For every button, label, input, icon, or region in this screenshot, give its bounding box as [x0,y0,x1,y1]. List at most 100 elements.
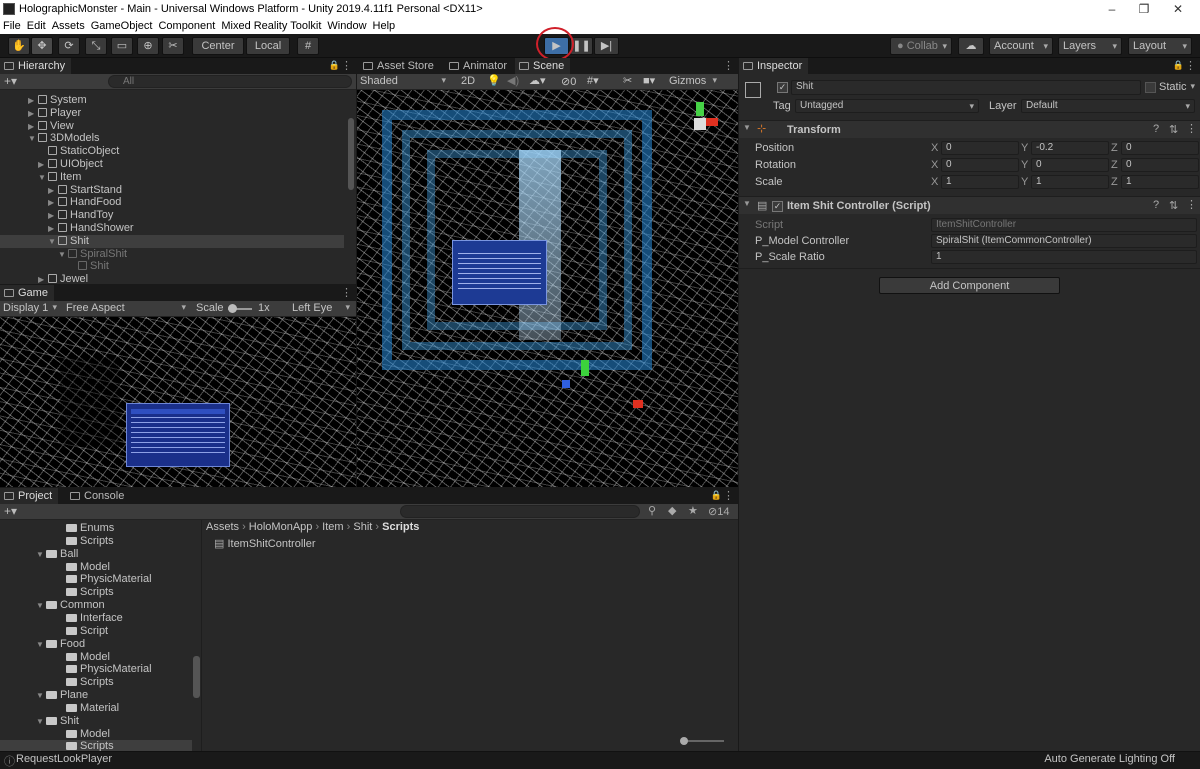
z-axis-label[interactable]: Z [1111,176,1118,188]
hierarchy-item[interactable]: ▼ SpiralShit [0,248,344,261]
project-file-item[interactable]: ▤ ItemShitController [214,537,316,551]
project-folder-item[interactable]: ▼ Shit [0,715,192,728]
z-axis-label[interactable]: Z [1111,159,1118,171]
folder-foldout-icon[interactable]: ▼ [36,689,46,702]
x-axis-label[interactable]: X [931,176,938,188]
hierarchy-item[interactable]: StaticObject [0,145,344,158]
foldout-arrow-icon[interactable]: ▼ [48,235,58,248]
project-folder-item[interactable]: ▼ Food [0,638,192,651]
folder-foldout-icon[interactable]: ▼ [36,638,46,651]
add-component-button[interactable]: Add Component [879,277,1060,294]
search-by-type-icon[interactable]: ⚲ [648,504,656,517]
scale-tool-icon[interactable]: ⤡ [85,37,107,55]
project-folder-item[interactable]: ▼ Plane [0,689,192,702]
y-axis-label[interactable]: Y [1021,159,1028,171]
folder-foldout-icon[interactable]: ▼ [36,548,46,561]
project-folder-item[interactable]: Enums [0,522,192,535]
x-axis-arrow[interactable] [633,400,643,408]
transform-menu-icon[interactable]: ⋮ [1186,122,1197,135]
tab-hierarchy[interactable]: Hierarchy [0,58,72,74]
layer-dropdown[interactable]: Default [1021,99,1195,113]
menu-item-component[interactable]: Component [155,19,218,34]
game-panel-menu-icon[interactable]: ⋮ [341,286,352,299]
pivot-local-button[interactable]: Local [246,37,290,55]
object-name-field[interactable]: Shit [791,80,1141,95]
rotate-tool-icon[interactable]: ⟳ [58,37,80,55]
hierarchy-search-input[interactable]: All [108,75,352,88]
lock-icon[interactable]: 🔒 [329,60,340,71]
project-folder-item[interactable]: Material [0,702,192,715]
y-axis-label[interactable]: Y [1021,142,1028,154]
gizmo-x-cone[interactable] [706,118,718,126]
pivot-center-button[interactable]: Center [192,37,244,55]
project-folder-item[interactable]: Scripts [0,676,192,689]
menu-item-file[interactable]: File [0,19,24,34]
inspector-menu-icon[interactable]: ⋮ [1185,59,1196,72]
project-folder-item[interactable]: Scripts [0,586,192,599]
script-enabled-checkbox[interactable]: ✓ [772,201,783,212]
script-component-header[interactable]: ▼ ▤ ✓ Item Shit Controller (Script) ? ⇅ … [739,196,1200,214]
script-menu-icon[interactable]: ⋮ [1186,198,1197,211]
hierarchy-item[interactable]: Shit [0,260,344,273]
static-dropdown[interactable]: Static [1159,81,1199,93]
hierarchy-item[interactable]: ▼ Item [0,171,344,184]
icon-size-slider-thumb[interactable] [680,737,688,745]
foldout-arrow-icon[interactable]: ▼ [58,248,68,261]
project-folder-item[interactable]: Scripts [0,740,192,751]
scale-ratio-field[interactable]: 1 [931,250,1197,264]
hierarchy-item[interactable]: ▶ UIObject [0,158,344,171]
menu-item-window[interactable]: Window [324,19,369,34]
display-dropdown[interactable]: Display 1 [3,302,61,314]
grid-snap-icon[interactable]: # [297,37,319,55]
grid-toggle-icon[interactable]: #▾ [587,74,599,87]
project-folder-item[interactable]: Interface [0,612,192,625]
tab-project[interactable]: Project [0,488,59,504]
project-search-input[interactable] [400,505,640,518]
hierarchy-item[interactable]: ▶ HandToy [0,209,344,222]
project-folder-item[interactable]: PhysicMaterial [0,663,192,676]
foldout-arrow-icon[interactable]: ▶ [28,120,38,133]
breadcrumb-item[interactable]: Assets [206,521,239,533]
account-dropdown[interactable]: Account [989,37,1053,55]
project-folder-item[interactable]: PhysicMaterial [0,573,192,586]
lighting-toggle-icon[interactable]: 💡 [487,74,501,87]
gizmos-dropdown[interactable]: Gizmos [669,75,721,87]
breadcrumb-item[interactable]: Item [322,521,343,533]
transform-preset-icon[interactable]: ⇅ [1169,123,1178,136]
transform-scale-z-field[interactable]: 1 [1121,175,1199,189]
scene-orientation-gizmo[interactable] [680,100,722,142]
project-folder-item[interactable]: Scripts [0,535,192,548]
transform-rotation-y-field[interactable]: 0 [1031,158,1109,172]
transform-tool-icon[interactable]: ⊕ [137,37,159,55]
cloud-icon[interactable]: ☁ [958,37,984,55]
menu-item-assets[interactable]: Assets [49,19,88,34]
foldout-arrow-icon[interactable]: ▶ [48,209,58,222]
menu-item-help[interactable]: Help [370,19,399,34]
foldout-arrow-icon[interactable]: ▼ [38,171,48,184]
folder-foldout-icon[interactable]: ▼ [36,715,46,728]
project-lock-icon[interactable]: 🔒 [711,490,722,501]
project-tree-scrollbar[interactable] [193,656,200,698]
scale-slider-thumb[interactable] [228,304,237,313]
gizmo-y-cone[interactable] [696,102,704,116]
transform-scale-y-field[interactable]: 1 [1031,175,1109,189]
tag-dropdown[interactable]: Untagged [795,99,979,113]
create-add-icon[interactable]: +▾ [4,74,17,88]
project-folder-item[interactable]: ▼ Ball [0,548,192,561]
breadcrumb-item[interactable]: HoloMonApp [249,521,313,533]
transform-scale-x-field[interactable]: 1 [941,175,1019,189]
hierarchy-item[interactable]: ▶ Player [0,107,344,120]
tab-asset-store[interactable]: Asset Store [359,58,440,74]
foldout-arrow-icon[interactable]: ▶ [38,273,48,284]
folder-foldout-icon[interactable]: ▼ [36,599,46,612]
z-axis-label[interactable]: Z [1111,142,1118,154]
hand-tool-icon[interactable]: ✋ [8,37,30,55]
shading-dropdown[interactable]: Shaded [360,75,450,87]
mode-2d-toggle[interactable]: 2D [461,75,475,87]
scene-panel-menu-icon[interactable]: ⋮ [723,59,734,72]
transform-position-z-field[interactable]: 0 [1121,141,1199,155]
z-axis-arrow[interactable] [562,380,570,388]
breadcrumb-item[interactable]: Shit [353,521,372,533]
tab-inspector[interactable]: Inspector [739,58,809,74]
menu-item-gameobject[interactable]: GameObject [88,19,156,34]
